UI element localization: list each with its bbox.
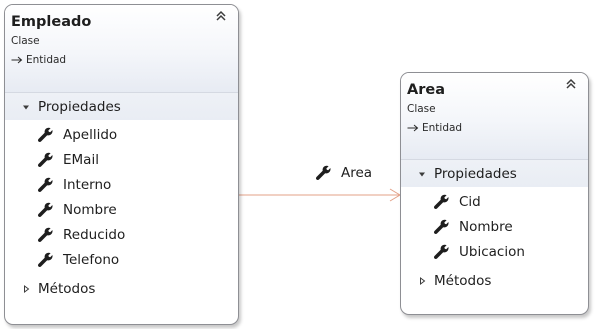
section-methods[interactable]: Métodos xyxy=(5,275,238,302)
base-class-name: Entidad xyxy=(26,54,67,66)
association-label[interactable]: Area xyxy=(315,165,372,181)
class-name: Area xyxy=(407,82,445,98)
property-name: Apellido xyxy=(63,126,118,143)
section-properties-label: Propiedades xyxy=(38,98,121,115)
property-item-nombre[interactable]: Nombre xyxy=(401,214,588,239)
class-name: Empleado xyxy=(11,14,92,30)
wrench-icon xyxy=(433,244,449,259)
property-name: Cid xyxy=(459,193,481,210)
property-name: Telefono xyxy=(63,251,120,268)
base-class-row: Entidad xyxy=(407,121,588,135)
wrench-icon xyxy=(37,177,53,192)
wrench-icon xyxy=(433,219,449,234)
property-name: Interno xyxy=(63,176,112,193)
section-properties-label: Propiedades xyxy=(434,165,517,182)
property-item-nombre[interactable]: Nombre xyxy=(5,197,238,222)
triangle-right-icon[interactable] xyxy=(21,284,31,294)
property-item-interno[interactable]: Interno xyxy=(5,172,238,197)
association-label-text: Area xyxy=(341,165,373,181)
wrench-icon xyxy=(315,165,331,181)
class-stereotype: Clase xyxy=(11,35,40,47)
property-item-apellido[interactable]: Apellido xyxy=(5,122,238,147)
property-name: Nombre xyxy=(459,218,513,235)
wrench-icon xyxy=(37,152,53,167)
property-item-reducido[interactable]: Reducido xyxy=(5,222,238,247)
property-list: Cid Nombre Ubicacion xyxy=(401,187,588,267)
property-list: Apellido EMail Interno Nombre Reducido T… xyxy=(5,120,238,275)
property-item-email[interactable]: EMail xyxy=(5,147,238,172)
property-name: Nombre xyxy=(63,201,117,218)
section-properties[interactable]: Propiedades xyxy=(5,93,238,120)
wrench-icon xyxy=(37,127,53,142)
inheritance-arrow-icon xyxy=(11,56,23,64)
property-item-cid[interactable]: Cid xyxy=(401,189,588,214)
class-box-empleado[interactable]: Empleado Clase Entidad Propiedades Apell… xyxy=(4,4,239,325)
wrench-icon xyxy=(37,227,53,242)
wrench-icon xyxy=(37,252,53,267)
wrench-icon xyxy=(37,202,53,217)
section-methods-label: Métodos xyxy=(434,272,492,289)
class-header[interactable]: Empleado Clase Entidad xyxy=(5,5,238,93)
section-properties[interactable]: Propiedades xyxy=(401,160,588,187)
property-name: Reducido xyxy=(63,226,126,243)
triangle-right-icon[interactable] xyxy=(417,276,427,286)
class-box-area[interactable]: Area Clase Entidad Propiedades Cid Nombr… xyxy=(400,72,589,315)
property-name: Ubicacion xyxy=(459,243,525,260)
property-item-ubicacion[interactable]: Ubicacion xyxy=(401,239,588,264)
property-name: EMail xyxy=(63,151,99,168)
double-chevron-up-icon[interactable] xyxy=(564,77,578,91)
wrench-icon xyxy=(433,194,449,209)
association-arrowhead xyxy=(389,188,401,202)
section-methods-label: Métodos xyxy=(38,280,96,297)
base-class-name: Entidad xyxy=(422,122,463,134)
double-chevron-up-icon[interactable] xyxy=(214,9,228,23)
section-methods[interactable]: Métodos xyxy=(401,267,588,294)
base-class-row: Entidad xyxy=(11,53,238,67)
property-item-telefono[interactable]: Telefono xyxy=(5,247,238,272)
class-header[interactable]: Area Clase Entidad xyxy=(401,73,588,160)
inheritance-arrow-icon xyxy=(407,124,419,132)
triangle-down-icon[interactable] xyxy=(21,102,31,112)
triangle-down-icon[interactable] xyxy=(417,169,427,179)
class-stereotype: Clase xyxy=(407,103,436,115)
